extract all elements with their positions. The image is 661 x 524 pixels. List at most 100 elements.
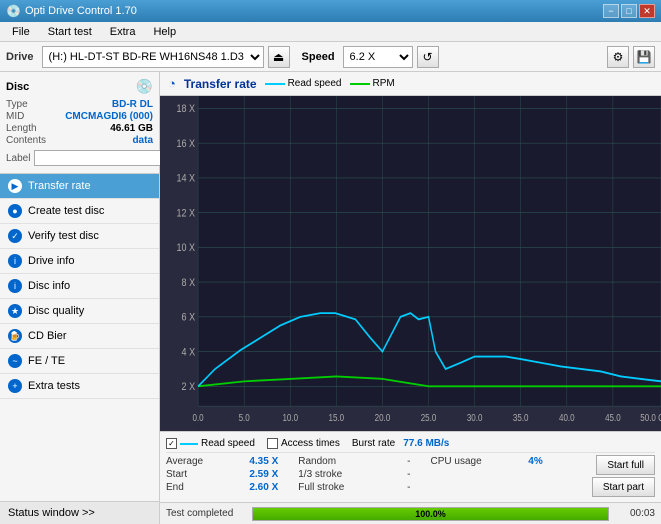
verify-test-disc-icon: ✓	[8, 229, 22, 243]
nav-verify-test-disc[interactable]: ✓ Verify test disc	[0, 224, 159, 249]
stat-full-stroke: Full stroke -	[298, 481, 410, 494]
chart-area: 18 X 16 X 14 X 12 X 10 X 8 X 6 X 4 X 2 X…	[160, 96, 661, 431]
rpm-legend: RPM	[350, 78, 395, 89]
chart-header: ◔ Transfer rate Read speed RPM	[160, 72, 661, 96]
nav-extra-tests-label: Extra tests	[28, 380, 80, 392]
burst-rate-value: 77.6 MB/s	[403, 438, 449, 449]
stat-average: Average 4.35 X	[166, 455, 278, 468]
nav-disc-quality[interactable]: ★ Disc quality	[0, 299, 159, 324]
transfer-rate-icon: ▶	[8, 179, 22, 193]
nav-cd-bier-label: CD Bier	[28, 330, 67, 342]
stat-full-stroke-label: Full stroke	[298, 482, 344, 493]
menu-help[interactable]: Help	[145, 24, 184, 40]
stat-start-label: Start	[166, 469, 187, 480]
chart-svg: 18 X 16 X 14 X 12 X 10 X 8 X 6 X 4 X 2 X…	[160, 96, 661, 431]
fe-te-icon: ~	[8, 354, 22, 368]
stats-col-1: Average 4.35 X Start 2.59 X End 2.60 X	[166, 453, 278, 499]
menu-file[interactable]: File	[4, 24, 38, 40]
stat-cpu-usage: CPU usage 4%	[431, 455, 543, 468]
nav-menu: ▶ Transfer rate ● Create test disc ✓ Ver…	[0, 174, 159, 501]
disc-info-panel: Disc 💿 Type BD-R DL MID CMCMAGDI6 (000) …	[0, 72, 159, 174]
stat-end-label: End	[166, 482, 184, 493]
create-test-disc-icon: ●	[8, 204, 22, 218]
svg-text:25.0: 25.0	[421, 412, 437, 423]
disc-type-value: BD-R DL	[112, 99, 153, 110]
nav-drive-info[interactable]: i Drive info	[0, 249, 159, 274]
nav-disc-info-label: Disc info	[28, 280, 70, 292]
window-controls: − □ ✕	[603, 4, 655, 18]
drive-label: Drive	[6, 51, 34, 63]
svg-text:8 X: 8 X	[182, 277, 196, 289]
nav-create-test-disc-label: Create test disc	[28, 205, 104, 217]
start-full-button[interactable]: Start full	[596, 455, 655, 475]
progress-area: Test completed 100.0% 00:03	[160, 502, 661, 524]
progress-bar-container: 100.0%	[252, 507, 609, 521]
stat-1-3-stroke: 1/3 stroke -	[298, 468, 410, 481]
close-button[interactable]: ✕	[639, 4, 655, 18]
eject-button[interactable]: ⏏	[268, 46, 290, 68]
svg-text:2 X: 2 X	[182, 381, 196, 393]
nav-transfer-rate[interactable]: ▶ Transfer rate	[0, 174, 159, 199]
minimize-button[interactable]: −	[603, 4, 619, 18]
nav-extra-tests[interactable]: + Extra tests	[0, 374, 159, 399]
sidebar: Disc 💿 Type BD-R DL MID CMCMAGDI6 (000) …	[0, 72, 160, 524]
stats-legend-row: Read speed Access times Burst rate 77.6 …	[166, 435, 655, 453]
nav-disc-info[interactable]: i Disc info	[0, 274, 159, 299]
read-speed-legend: Read speed	[265, 78, 342, 89]
cd-bier-icon: 🍺	[8, 329, 22, 343]
stat-random: Random -	[298, 455, 410, 468]
svg-text:30.0: 30.0	[467, 412, 483, 423]
svg-text:10 X: 10 X	[177, 242, 196, 254]
save-button[interactable]: 💾	[633, 46, 655, 68]
stat-end-value: 2.60 X	[249, 482, 278, 493]
title-bar: 💿 Opti Drive Control 1.70 − □ ✕	[0, 0, 661, 22]
disc-section-label: Disc	[6, 81, 29, 93]
burst-rate-label: Burst rate	[352, 438, 395, 449]
disc-length-label: Length	[6, 123, 37, 134]
refresh-button[interactable]: ↺	[417, 46, 439, 68]
nav-drive-info-label: Drive info	[28, 255, 74, 267]
nav-fe-te-label: FE / TE	[28, 355, 65, 367]
stat-random-label: Random	[298, 456, 336, 467]
burst-rate-item: Burst rate 77.6 MB/s	[352, 438, 450, 449]
start-part-button[interactable]: Start part	[592, 477, 655, 497]
access-times-checkbox[interactable]: Access times	[267, 438, 340, 449]
nav-fe-te[interactable]: ~ FE / TE	[0, 349, 159, 374]
svg-text:50.0 GB: 50.0 GB	[640, 412, 661, 423]
svg-text:18 X: 18 X	[177, 103, 196, 115]
status-window-label: Status window >>	[8, 507, 95, 519]
access-times-check-label: Access times	[281, 438, 340, 449]
menu-start-test[interactable]: Start test	[40, 24, 100, 40]
read-speed-check-box	[166, 438, 177, 449]
drive-select[interactable]: (H:) HL-DT-ST BD-RE WH16NS48 1.D3	[42, 46, 264, 68]
speed-label: Speed	[302, 51, 335, 63]
progress-percent-label: 100.0%	[415, 509, 446, 519]
read-speed-check-label: Read speed	[201, 438, 255, 449]
menu-extra[interactable]: Extra	[102, 24, 144, 40]
disc-length-row: Length 46.61 GB	[6, 123, 153, 134]
stat-start-value: 2.59 X	[249, 469, 278, 480]
disc-mid-row: MID CMCMAGDI6 (000)	[6, 111, 153, 122]
nav-cd-bier[interactable]: 🍺 CD Bier	[0, 324, 159, 349]
status-text: Test completed	[166, 508, 246, 519]
app-icon: 💿	[6, 4, 21, 18]
maximize-button[interactable]: □	[621, 4, 637, 18]
read-speed-checkbox[interactable]: Read speed	[166, 438, 255, 449]
status-window-button[interactable]: Status window >>	[0, 501, 159, 524]
disc-contents-label: Contents	[6, 135, 46, 146]
speed-select[interactable]: 6.2 X Max 1 X 2 X 4 X 8 X	[343, 46, 413, 68]
disc-length-value: 46.61 GB	[110, 123, 153, 134]
progress-bar-fill: 100.0%	[253, 508, 608, 520]
nav-create-test-disc[interactable]: ● Create test disc	[0, 199, 159, 224]
disc-contents-value: data	[132, 135, 153, 146]
disc-mid-value: CMCMAGDI6 (000)	[65, 111, 153, 122]
disc-label-label: Label	[6, 153, 30, 164]
stat-average-label: Average	[166, 456, 203, 467]
svg-text:10.0: 10.0	[282, 412, 298, 423]
menu-bar: File Start test Extra Help	[0, 22, 661, 42]
svg-text:15.0: 15.0	[329, 412, 345, 423]
settings-button[interactable]: ⚙	[607, 46, 629, 68]
svg-text:40.0: 40.0	[559, 412, 575, 423]
nav-verify-test-disc-label: Verify test disc	[28, 230, 99, 242]
disc-label-input[interactable]	[34, 150, 172, 166]
